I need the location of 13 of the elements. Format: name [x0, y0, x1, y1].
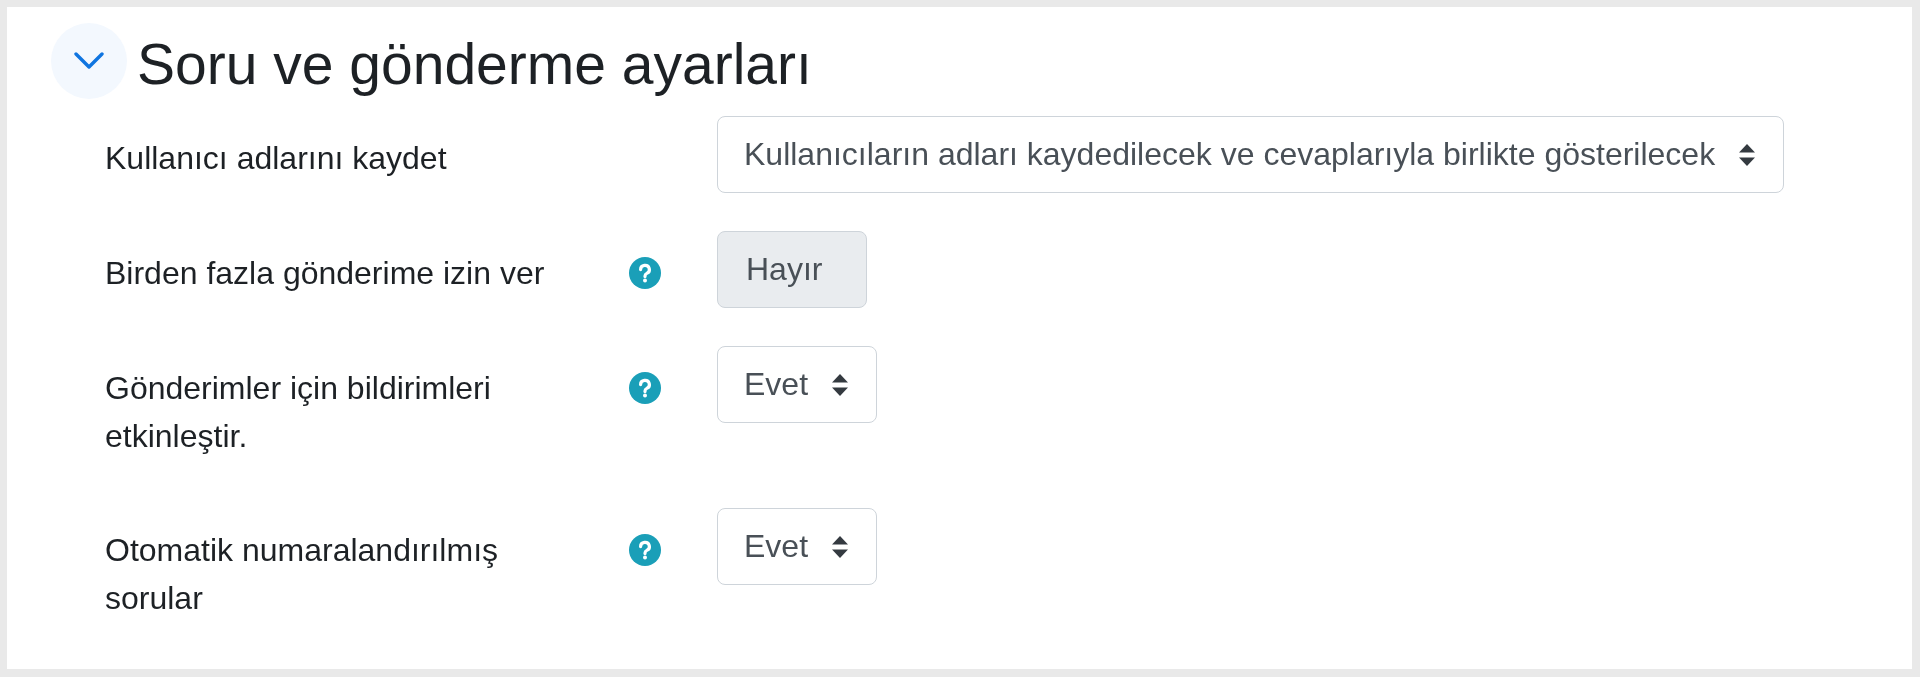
field-label: Birden fazla gönderime izin ver [105, 254, 546, 293]
dropdown-select[interactable]: Evet [717, 508, 878, 585]
section-title: Soru ve gönderme ayarları [137, 30, 812, 98]
help-icon[interactable] [629, 534, 661, 566]
dropdown-select[interactable]: Evet [717, 346, 878, 423]
up-down-arrows-icon [1739, 143, 1756, 166]
field-label: Otomatik numaralandırılmış sorular [105, 531, 499, 618]
field-label: Kullanıcı adlarını kaydet [105, 139, 448, 178]
dropdown-select[interactable]: Kullanıcıların adları kaydedilecek ve cevaplarıyla birlikte gösterilecek [717, 116, 1785, 193]
help-icon[interactable] [629, 372, 661, 404]
up-down-arrows-icon [832, 535, 849, 558]
up-down-arrows-icon [832, 373, 849, 396]
field-label: Gönderimler için bildirimleri etkinleştir. [105, 369, 492, 456]
